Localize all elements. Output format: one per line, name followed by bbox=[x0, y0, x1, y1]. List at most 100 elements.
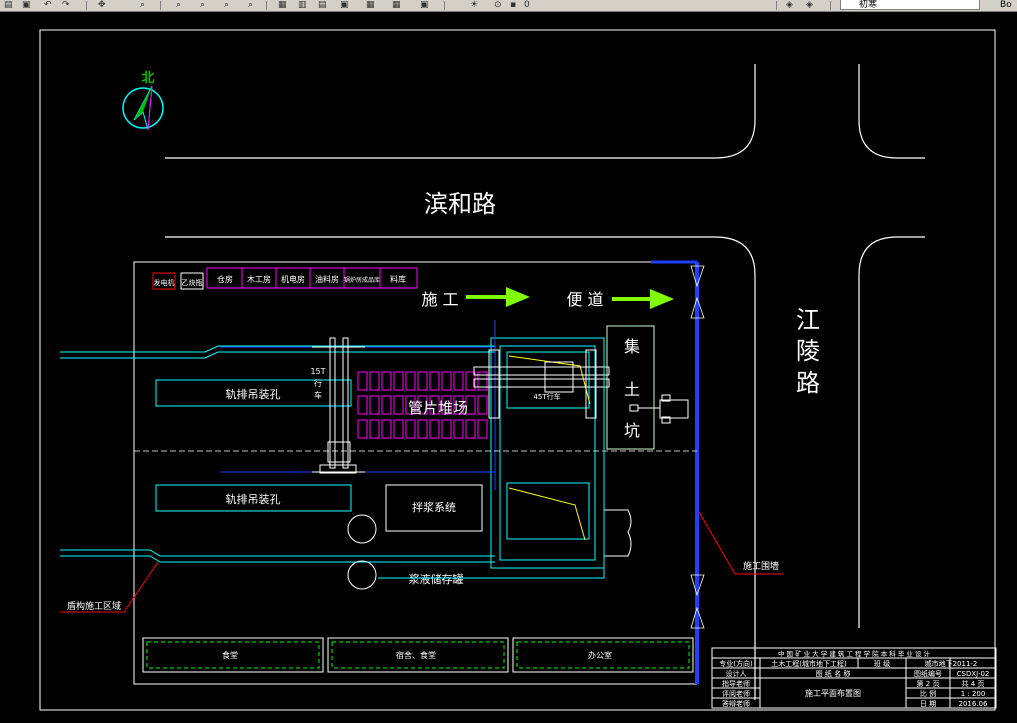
svg-text:车: 车 bbox=[314, 390, 322, 400]
shield-zone-callout: 盾构施工区域 bbox=[60, 561, 159, 613]
segment-stack bbox=[477, 419, 488, 439]
temp-road: 施 工 便 道 bbox=[421, 287, 674, 309]
segment-stack bbox=[393, 395, 404, 415]
layer-state-icon[interactable]: ▣ bbox=[420, 0, 429, 10]
zoom-previous-icon[interactable]: ⌕ bbox=[200, 0, 205, 10]
layer-manager-icon[interactable]: ◈ bbox=[786, 0, 793, 10]
svg-text:料库: 料库 bbox=[390, 274, 406, 284]
segment-stack bbox=[429, 371, 440, 391]
sheetset-icon[interactable]: ▤ bbox=[318, 0, 327, 10]
zoom-window-icon[interactable]: ⌕ bbox=[176, 0, 181, 10]
segment-stack bbox=[369, 419, 380, 439]
undo-icon[interactable]: ↶ bbox=[44, 0, 52, 10]
muck-pit: 集 土 坑 bbox=[606, 325, 655, 450]
segment-stack bbox=[393, 419, 404, 439]
svg-text:CSDXJ-02: CSDXJ-02 bbox=[957, 670, 990, 678]
text-style-dropdown[interactable]: Bo bbox=[1000, 0, 1012, 10]
layer-dropdown[interactable]: 初寒 bbox=[840, 0, 980, 10]
svg-text:设计人: 设计人 bbox=[726, 669, 747, 678]
zoom-extents-icon[interactable]: ⌕ bbox=[224, 0, 229, 10]
design-center-icon[interactable]: ▦ bbox=[278, 0, 287, 10]
svg-text:坑: 坑 bbox=[624, 421, 640, 440]
svg-text:办公室: 办公室 bbox=[588, 650, 612, 660]
save-icon[interactable]: ▣ bbox=[22, 0, 31, 10]
svg-text:班 级: 班 级 bbox=[874, 659, 890, 668]
segment-stack bbox=[369, 395, 380, 415]
segment-stack bbox=[453, 371, 464, 391]
svg-text:乙炔瓶: 乙炔瓶 bbox=[182, 278, 203, 287]
drawing-frame bbox=[39, 29, 996, 711]
layer-icon[interactable]: ▦ bbox=[392, 0, 401, 10]
buildings: 食堂 宿舍、食堂 办公室 bbox=[142, 637, 694, 673]
north-arrow: 北 bbox=[122, 71, 164, 131]
svg-text:中 国 矿 业 大 学 建 筑 工 程 学 院 本 科 毕: 中 国 矿 业 大 学 建 筑 工 程 学 院 本 科 毕 业 设 计 bbox=[778, 649, 931, 658]
open-icon[interactable]: ▤ bbox=[4, 0, 13, 10]
segment-stack bbox=[381, 395, 392, 415]
markup-icon[interactable]: ▣ bbox=[340, 0, 349, 10]
segment-stack bbox=[369, 371, 380, 391]
svg-text:2016.06: 2016.06 bbox=[959, 700, 988, 708]
north-label: 北 bbox=[141, 71, 154, 86]
slurry-storage-label: 浆液储存罐 bbox=[409, 572, 464, 586]
legend: 发电机 乙炔瓶 仓房 木工房 机电房 油料房 锅炉房成品库 料库 bbox=[152, 267, 418, 290]
svg-text:集: 集 bbox=[624, 337, 640, 356]
svg-text:机电房: 机电房 bbox=[281, 274, 305, 284]
svg-text:答辩老师: 答辩老师 bbox=[722, 699, 750, 708]
svg-text:专业(方向): 专业(方向) bbox=[719, 659, 753, 668]
svg-text:45T行车: 45T行车 bbox=[533, 392, 560, 401]
svg-text:盾构施工区域: 盾构施工区域 bbox=[67, 600, 121, 612]
segment-stack bbox=[453, 419, 464, 439]
svg-text:评阅老师: 评阅老师 bbox=[722, 689, 750, 698]
svg-text:路: 路 bbox=[796, 369, 820, 397]
svg-text:土木工程(城市地下工程): 土木工程(城市地下工程) bbox=[771, 659, 847, 668]
svg-text:食堂: 食堂 bbox=[222, 650, 238, 660]
calc-icon[interactable]: ▦ bbox=[366, 0, 375, 10]
segment-stack bbox=[357, 395, 368, 415]
svg-text:便 道: 便 道 bbox=[566, 290, 603, 309]
layer-number: 0 bbox=[524, 0, 530, 10]
svg-text:15T: 15T bbox=[310, 367, 325, 376]
segment-stack bbox=[393, 371, 404, 391]
zoom-realtime-icon[interactable]: ⌕ bbox=[140, 0, 145, 10]
svg-text:轨排吊装孔: 轨排吊装孔 bbox=[226, 492, 281, 506]
segment-stack bbox=[381, 419, 392, 439]
road-binhe: 滨和路 bbox=[424, 190, 496, 218]
svg-text:江: 江 bbox=[796, 306, 820, 334]
excavation-line-bottom bbox=[508, 487, 586, 541]
svg-text:发电机: 发电机 bbox=[154, 278, 175, 287]
fence bbox=[651, 260, 705, 684]
svg-text:图纸编号: 图纸编号 bbox=[914, 669, 942, 678]
segment-stack bbox=[417, 371, 428, 391]
properties-icon[interactable]: ⌕ bbox=[248, 0, 253, 10]
site-boundary bbox=[133, 261, 697, 685]
segment-stack bbox=[381, 371, 392, 391]
svg-text:第 2 页: 第 2 页 bbox=[917, 679, 940, 688]
svg-text:陵: 陵 bbox=[796, 337, 820, 365]
svg-text:日 期: 日 期 bbox=[920, 700, 936, 708]
road-jiangling: 江 陵 路 bbox=[796, 306, 820, 397]
segment-stack bbox=[429, 419, 440, 439]
svg-text:共 4 页: 共 4 页 bbox=[962, 679, 985, 688]
redo-icon[interactable]: ↷ bbox=[62, 0, 70, 10]
segment-stack bbox=[405, 419, 416, 439]
segment-stack bbox=[405, 371, 416, 391]
segment-stack bbox=[441, 371, 452, 391]
layer-previous-icon[interactable]: ◈ bbox=[806, 0, 813, 10]
pan-icon[interactable]: ✥ bbox=[98, 0, 106, 10]
svg-text:图 纸 名 称: 图 纸 名 称 bbox=[816, 669, 851, 678]
lightbulb-icon[interactable]: ☀ bbox=[470, 0, 478, 10]
tool-palettes-icon[interactable]: ▥ bbox=[298, 0, 307, 10]
svg-text:土: 土 bbox=[624, 380, 640, 399]
segment-stack bbox=[477, 395, 488, 415]
segment-stack bbox=[441, 419, 452, 439]
hole-bottom: 轨排吊装孔 bbox=[155, 484, 352, 512]
svg-text:1 : 200: 1 : 200 bbox=[961, 690, 986, 698]
lock-icon[interactable]: ⊙ bbox=[494, 0, 502, 10]
svg-text:指导老师: 指导老师 bbox=[722, 679, 750, 688]
fence-callout: 施工围墙 bbox=[698, 511, 784, 575]
drawing-canvas[interactable]: 北 滨和路 江 陵 路 发电机 乙炔瓶 仓房 木工房 机电房 油料房 锅炉房成品… bbox=[0, 11, 1017, 723]
color-icon[interactable]: ▪ bbox=[510, 0, 516, 10]
svg-text:施 工: 施 工 bbox=[421, 290, 458, 309]
svg-text:城市地下2011-2: 城市地下2011-2 bbox=[925, 659, 978, 668]
svg-text:宿舍、食堂: 宿舍、食堂 bbox=[396, 650, 436, 660]
